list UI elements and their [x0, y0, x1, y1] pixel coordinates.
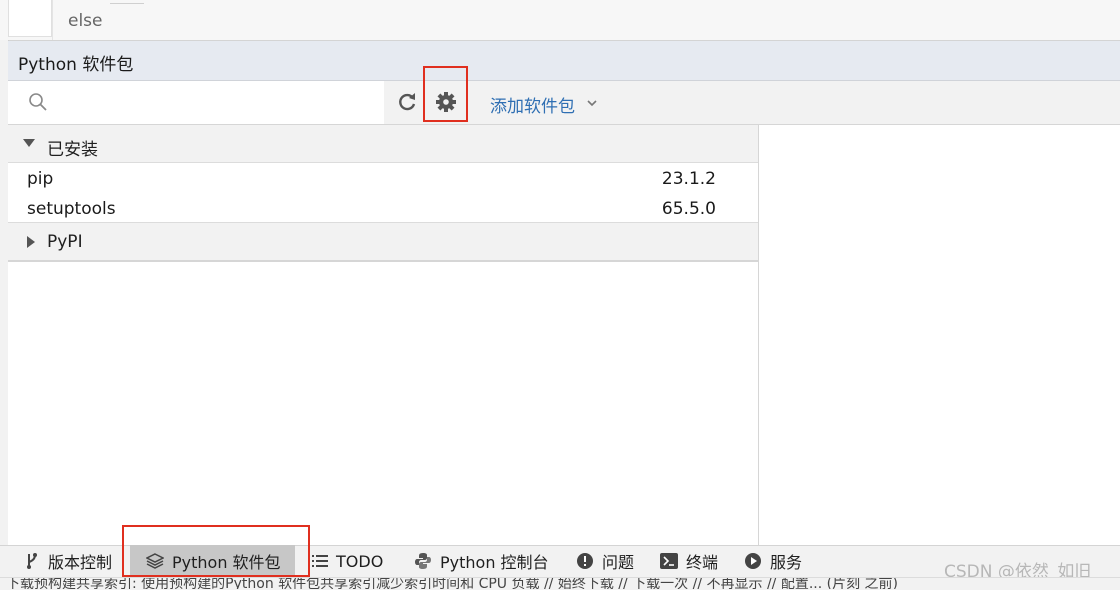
branch-icon: [27, 553, 37, 569]
play-circle-icon: [745, 553, 761, 569]
refresh-icon[interactable]: [396, 91, 418, 113]
tab-label: 问题: [602, 553, 635, 572]
python-icon: [415, 553, 431, 569]
package-version: 23.1.2: [661, 169, 716, 189]
tab-label: TODO: [336, 551, 384, 571]
tab-version-control[interactable]: 版本控制: [24, 545, 112, 577]
tab-services[interactable]: 服务: [744, 545, 802, 577]
package-name[interactable]: pip: [27, 169, 53, 189]
pypi-group-header[interactable]: [8, 222, 758, 262]
installed-group-label: 已安装: [47, 140, 98, 160]
code-line-text[interactable]: else: [68, 11, 103, 31]
status-bar-message[interactable]: 下载预构建共享索引: 使用预构建的Python 软件包共享索引减少索引时间和 C…: [6, 578, 1116, 589]
terminal-icon: [660, 553, 678, 569]
expand-down-icon[interactable]: [23, 139, 35, 147]
editor-area: [0, 0, 1120, 41]
warning-circle-icon: [577, 553, 593, 569]
tab-todo[interactable]: TODO: [312, 545, 383, 577]
package-search-input[interactable]: [8, 81, 384, 124]
tool-window-header: [8, 41, 1120, 81]
settings-highlight-box: [423, 66, 468, 122]
expand-right-icon[interactable]: [27, 236, 35, 248]
tab-terminal[interactable]: 终端: [660, 545, 718, 577]
tab-python-console[interactable]: Python 控制台: [414, 545, 549, 577]
installed-group-header[interactable]: [8, 125, 758, 163]
tab-problems[interactable]: 问题: [576, 545, 634, 577]
chevron-down-icon[interactable]: [586, 97, 598, 109]
gutter-divider: [52, 0, 53, 40]
tool-window-title: Python 软件包: [18, 55, 134, 75]
tab-label: 版本控制: [48, 553, 113, 572]
pypi-group-label: PyPI: [47, 232, 83, 252]
package-name[interactable]: setuptools: [27, 199, 116, 219]
tab-highlight-box: [122, 525, 310, 577]
search-icon: [29, 93, 47, 111]
editor-top-divider: [110, 0, 144, 4]
package-version: 65.5.0: [661, 199, 716, 219]
tab-label: Python 控制台: [440, 553, 549, 572]
list-icon: [312, 555, 328, 567]
add-package-dropdown[interactable]: 添加软件包: [490, 92, 575, 117]
tab-label: 服务: [770, 553, 803, 572]
tab-label: 终端: [686, 553, 719, 572]
package-details-pane: [759, 125, 1120, 545]
editor-gutter: [8, 0, 52, 37]
